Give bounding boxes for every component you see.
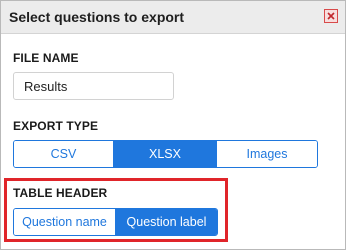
close-x-icon	[327, 12, 335, 20]
file-name-label: FILE NAME	[13, 51, 79, 65]
annotation-highlight-box	[4, 178, 228, 242]
export-type-toggle: CSV XLSX Images	[13, 140, 318, 168]
close-icon[interactable]	[324, 9, 338, 23]
export-type-xlsx-button[interactable]: XLSX	[114, 141, 217, 167]
export-type-label: EXPORT TYPE	[13, 119, 99, 133]
export-type-images-button[interactable]: Images	[217, 141, 317, 167]
export-dialog: Select questions to export FILE NAME Res…	[0, 0, 346, 250]
export-type-csv-button[interactable]: CSV	[14, 141, 114, 167]
dialog-title: Select questions to export	[9, 9, 185, 25]
dialog-titlebar: Select questions to export	[1, 1, 345, 34]
file-name-input[interactable]: Results	[13, 72, 174, 100]
